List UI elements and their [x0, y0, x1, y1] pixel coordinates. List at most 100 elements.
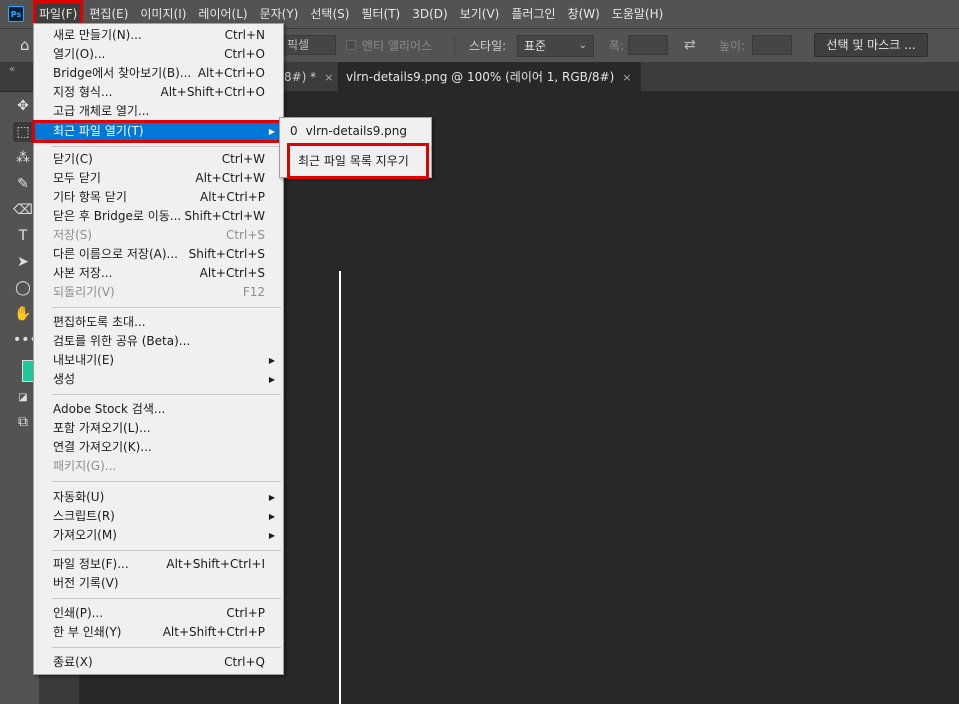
menu-item-share-review[interactable]: 검토를 위한 공유 (Beta)... [34, 332, 283, 351]
menu-item-label: 스크립트(R) [53, 509, 115, 523]
submenu-arrow-icon: ▶ [268, 375, 275, 384]
menu-item-print[interactable]: 인쇄(P)... Ctrl+P [34, 604, 283, 623]
shortcut: Alt+Ctrl+S [199, 266, 265, 280]
menu-item-save-as[interactable]: 다른 이름으로 저장(A)... Shift+Ctrl+S [34, 245, 283, 264]
shortcut: Alt+Ctrl+O [197, 66, 265, 80]
menu-item-close-others[interactable]: 기타 항목 닫기 Alt+Ctrl+P [34, 188, 283, 207]
menu-item-print-one-copy[interactable]: 한 부 인쇄(Y) Alt+Shift+Ctrl+P [34, 623, 283, 642]
menu-item-label: 최근 파일 열기(T) [53, 124, 144, 138]
menu-item-place-embedded[interactable]: 포함 가져오기(L)... [34, 419, 283, 438]
menu-select[interactable]: 선택(S) [304, 0, 355, 28]
menu-3d[interactable]: 3D(D) [406, 0, 453, 28]
clear-recent-files-item[interactable]: 최근 파일 목록 지우기 [287, 143, 429, 179]
menu-item-version-history[interactable]: 버전 기록(V) [34, 574, 283, 593]
close-icon[interactable]: × [324, 71, 333, 84]
default-colors-icon[interactable]: ◪ [13, 388, 33, 408]
shortcut: Alt+Ctrl+W [195, 171, 265, 185]
menu-item-close[interactable]: 닫기(C) Ctrl+W [34, 150, 283, 169]
recent-file-item[interactable]: 0 vlrn-details9.png [280, 120, 431, 142]
menu-item-label: 닫기(C) [53, 152, 93, 166]
shortcut: Alt+Shift+Ctrl+P [162, 625, 265, 639]
hand-tool-icon[interactable]: ✋ [13, 304, 33, 324]
menu-item-label: 패키지(G)... [53, 459, 117, 473]
menu-item-adobe-stock[interactable]: Adobe Stock 검색... [34, 400, 283, 419]
ellipse-tool-icon[interactable]: ◯ [13, 278, 33, 298]
menu-item-save-copy[interactable]: 사본 저장... Alt+Ctrl+S [34, 264, 283, 283]
menu-item-open-as[interactable]: 지정 형식... Alt+Shift+Ctrl+O [34, 83, 283, 102]
menu-separator [52, 598, 281, 599]
menu-item-label: 한 부 인쇄(Y) [53, 625, 122, 639]
tab-label: vlrn-details9.png @ 100% (레이어 1, RGB/8#) [346, 70, 615, 84]
style-label: 스타일: [469, 39, 507, 53]
menu-item-close-go-bridge[interactable]: 닫은 후 Bridge로 이동... Shift+Ctrl+W [34, 207, 283, 226]
menu-item-open-smart-object[interactable]: 고급 개체로 열기... [34, 102, 283, 121]
antialias-checkbox[interactable] [346, 40, 356, 50]
menu-item-automate[interactable]: 자동화(U) ▶ [34, 488, 283, 507]
select-and-mask-button[interactable]: 선택 및 마스크 ... [814, 33, 928, 57]
menu-item-open[interactable]: 열기(O)... Ctrl+O [34, 45, 283, 64]
more-tools-icon[interactable]: ••• [13, 330, 38, 350]
shortcut: Shift+Ctrl+S [188, 247, 265, 261]
feather-field[interactable]: 픽셀 [280, 35, 336, 55]
height-field[interactable] [752, 35, 792, 55]
height-label: 높이: [719, 39, 746, 53]
menu-item-revert[interactable]: 되돌리기(V) F12 [34, 283, 283, 302]
menu-item-label: 버전 기록(V) [53, 576, 119, 590]
close-icon[interactable]: × [622, 71, 631, 84]
submenu-arrow-icon: ▶ [268, 127, 275, 136]
menu-item-label: 고급 개체로 열기... [53, 104, 150, 118]
menu-item-save[interactable]: 저장(S) Ctrl+S [34, 226, 283, 245]
menu-item-browse-bridge[interactable]: Bridge에서 찾아보기(B)... Alt+Ctrl+O [34, 64, 283, 83]
width-label: 폭: [609, 39, 625, 53]
shortcut: Ctrl+S [225, 228, 265, 242]
menu-item-open-recent[interactable]: 최근 파일 열기(T) ▶ [32, 120, 285, 143]
move-tool-icon[interactable]: ✥ [13, 96, 33, 116]
marquee-tool-icon[interactable]: ⬚ [13, 122, 33, 142]
menu-item-package[interactable]: 패키지(G)... [34, 457, 283, 476]
shortcut: Alt+Shift+Ctrl+I [166, 557, 265, 571]
style-select[interactable]: 표준 ⌄ [517, 35, 594, 57]
menu-item-new[interactable]: 새로 만들기(N)... Ctrl+N [34, 26, 283, 45]
swap-icon[interactable]: ⇄ [684, 37, 696, 53]
menu-separator [52, 550, 281, 551]
menu-item-label: 생성 [53, 372, 76, 386]
shortcut: Ctrl+Q [224, 655, 265, 669]
menu-view[interactable]: 보기(V) [454, 0, 506, 28]
eraser-icon[interactable]: ⌫ [13, 200, 33, 220]
menu-item-label: 되돌리기(V) [53, 285, 115, 299]
type-tool-icon[interactable]: T [13, 226, 33, 246]
collapse-panel-icon[interactable]: « [9, 64, 15, 75]
menu-item-label: 편집하도록 초대... [53, 315, 146, 329]
menu-item-label: 모두 닫기 [53, 171, 101, 185]
recent-file-name: vlrn-details9.png [305, 124, 408, 138]
menu-separator [52, 146, 281, 147]
screen-mode-icon[interactable]: ⧉ [13, 412, 33, 432]
submenu-arrow-icon: ▶ [268, 493, 275, 502]
menu-item-exit[interactable]: 종료(X) Ctrl+Q [34, 653, 283, 672]
file-menu-dropdown: 새로 만들기(N)... Ctrl+N 열기(O)... Ctrl+O Bridge… [32, 23, 285, 675]
menu-item-file-info[interactable]: 파일 정보(F)... Alt+Shift+Ctrl+I [34, 555, 283, 574]
menu-item-close-all[interactable]: 모두 닫기 Alt+Ctrl+W [34, 169, 283, 188]
menu-item-label: 닫은 후 Bridge로 이동... [53, 209, 182, 223]
menu-item-label: 연결 가져오기(K)... [53, 440, 152, 454]
menu-item-export[interactable]: 내보내기(E) ▶ [34, 351, 283, 370]
menu-filter[interactable]: 필터(T) [355, 0, 406, 28]
menu-item-scripts[interactable]: 스크립트(R) ▶ [34, 507, 283, 526]
tab-document-2[interactable]: vlrn-details9.png @ 100% (레이어 1, RGB/8#)… [338, 62, 641, 92]
magic-wand-icon[interactable]: ⁂ [13, 148, 33, 168]
menu-item-import[interactable]: 가져오기(M) ▶ [34, 526, 283, 545]
width-field[interactable] [628, 35, 668, 55]
menu-item-generate[interactable]: 생성 ▶ [34, 370, 283, 389]
shortcut: Alt+Shift+Ctrl+O [160, 85, 265, 99]
menu-item-label: 인쇄(P)... [53, 606, 104, 620]
menu-item-label: 새로 만들기(N)... [53, 28, 142, 42]
menu-item-place-linked[interactable]: 연결 가져오기(K)... [34, 438, 283, 457]
path-selection-icon[interactable]: ➤ [13, 252, 33, 272]
eyedropper-icon[interactable]: ✎ [13, 174, 33, 194]
menu-item-invite[interactable]: 편집하도록 초대... [34, 313, 283, 332]
submenu-arrow-icon: ▶ [268, 512, 275, 521]
tab-document-1[interactable]: 8#) * × [276, 62, 341, 92]
menu-help[interactable]: 도움말(H) [606, 0, 670, 28]
menu-window[interactable]: 창(W) [562, 0, 606, 28]
menu-plugins[interactable]: 플러그인 [505, 0, 561, 28]
